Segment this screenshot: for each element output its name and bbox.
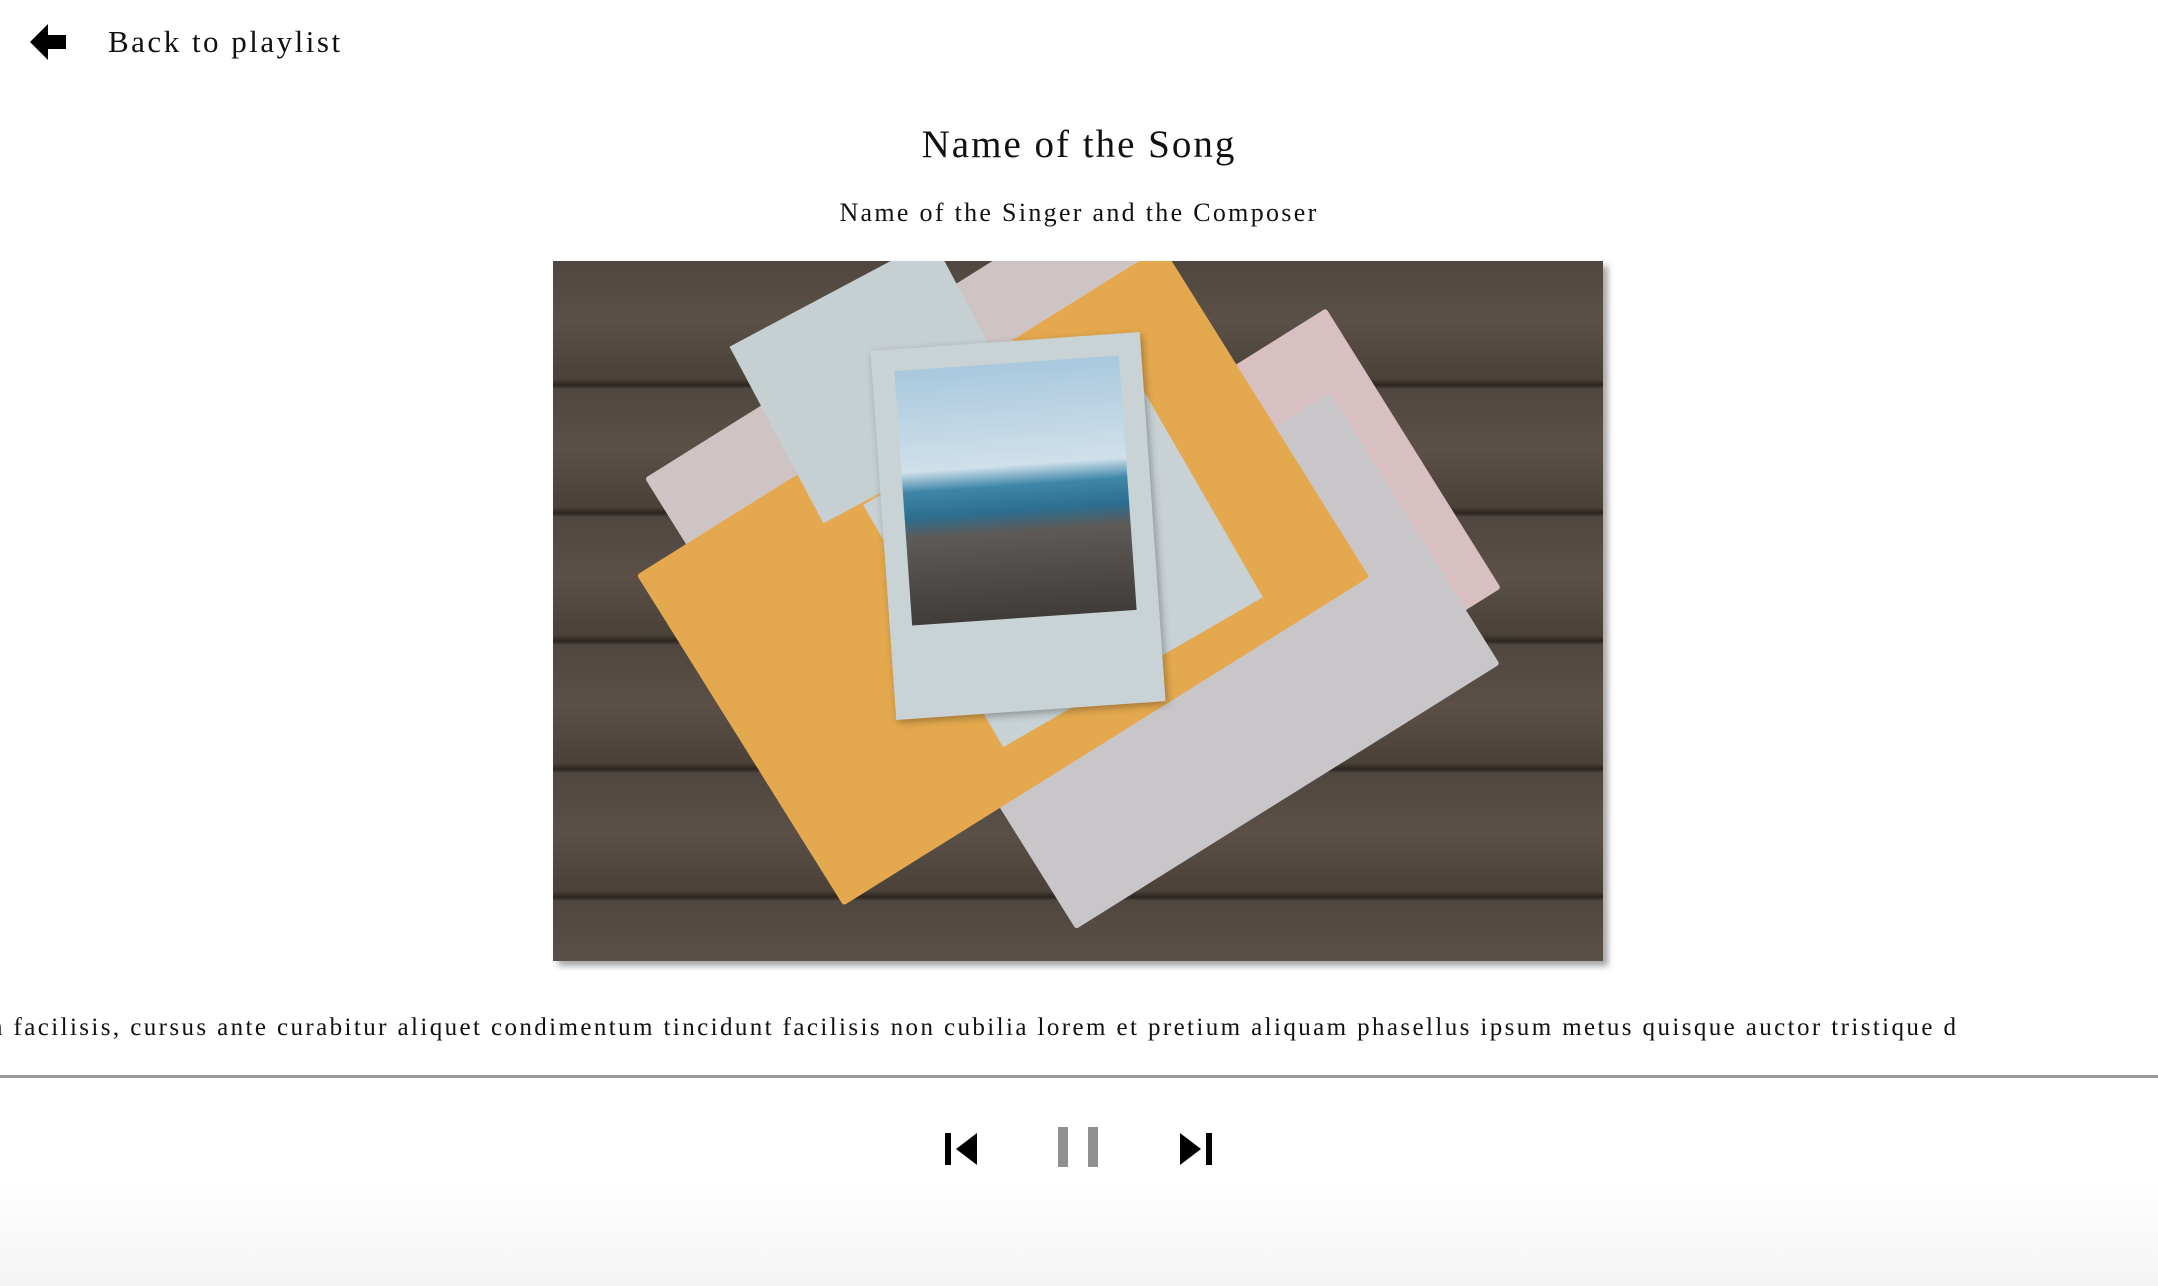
player-controls [0,1120,2158,1176]
album-art [553,261,1603,961]
previous-track-icon[interactable] [944,1120,978,1176]
back-label: Back to playlist [108,24,343,59]
pause-icon[interactable] [1057,1120,1101,1176]
next-track-icon[interactable] [1179,1120,1213,1176]
scrolling-lyrics: n facilisis, cursus ante curabitur aliqu… [0,1014,1959,1041]
footer-background [0,1180,2158,1286]
song-artist: Name of the Singer and the Composer [839,198,1319,227]
song-title: Name of the Song [921,123,1237,166]
back-to-playlist-link[interactable]: Back to playlist [28,22,343,62]
progress-divider [0,1075,2158,1078]
arrow-left-icon [30,24,66,60]
